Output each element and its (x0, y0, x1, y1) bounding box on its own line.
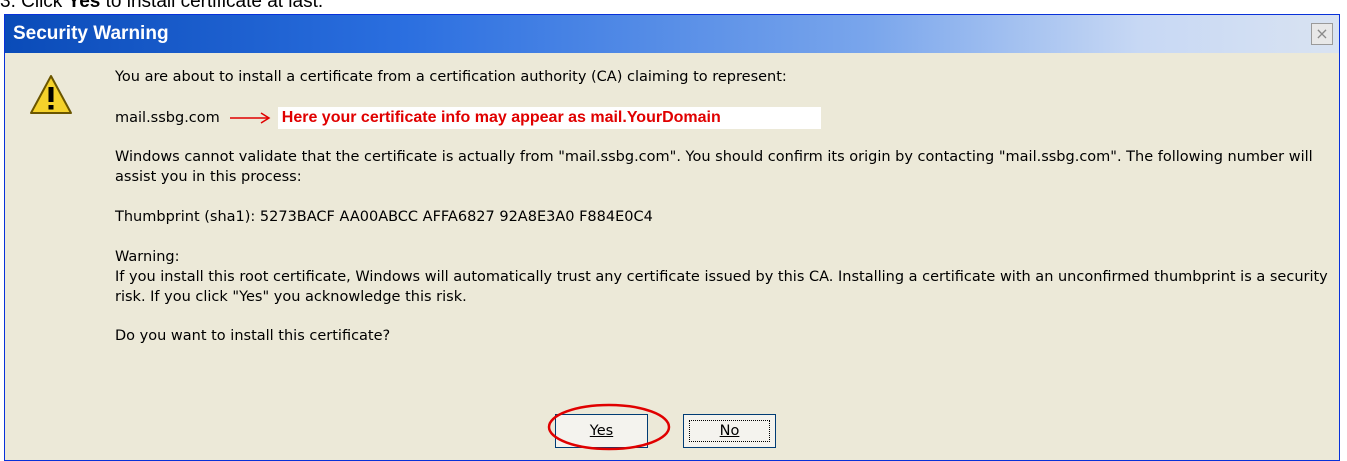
no-button[interactable]: No (683, 414, 776, 448)
yes-button-label: Yes (589, 423, 614, 439)
arrow-right-icon (229, 112, 271, 124)
warning-heading: Warning: (115, 249, 180, 265)
security-warning-dialog: Security Warning × You are about to inst… (4, 14, 1340, 461)
instruction-suffix: to install certificate at last. (100, 0, 324, 12)
instruction-text: 3. Click Yes to install certificate at l… (0, 0, 323, 13)
close-button[interactable]: × (1311, 23, 1333, 45)
thumbprint-text: Thumbprint (sha1): 5273BACF AA00ABCC AFF… (115, 209, 653, 225)
instruction-bold: Yes (67, 0, 101, 12)
dialog-titlebar[interactable]: Security Warning × (5, 15, 1339, 53)
domain-annotation: Here your certificate info may appear as… (277, 107, 821, 129)
close-icon: × (1315, 24, 1329, 43)
yes-button[interactable]: Yes (555, 414, 648, 448)
warning-block: Warning: If you install this root certif… (115, 247, 1330, 307)
install-prompt: You are about to install a certificate f… (115, 69, 787, 85)
instruction-prefix: 3. Click (0, 0, 68, 12)
screenshot-root: 3. Click Yes to install certificate at l… (0, 0, 1347, 461)
install-question: Do you want to install this certificate? (115, 328, 391, 344)
dialog-title: Security Warning (13, 23, 169, 44)
warning-icon (30, 75, 72, 114)
certificate-domain: mail.ssbg.com (115, 110, 220, 126)
warning-text: If you install this root certificate, Wi… (115, 269, 1328, 305)
validation-text: Windows cannot validate that the certifi… (115, 149, 1313, 185)
focus-rectangle (689, 420, 770, 442)
domain-row: mail.ssbg.com Here your certificate info… (115, 107, 821, 129)
